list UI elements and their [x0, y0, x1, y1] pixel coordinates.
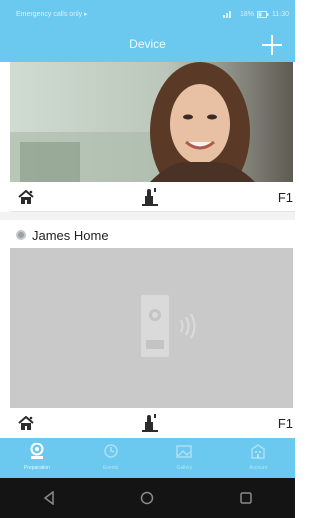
clock-time: 11:30 [272, 10, 289, 18]
signal-icon [222, 11, 231, 18]
back-button[interactable] [39, 488, 59, 508]
tab-events[interactable]: Events [74, 438, 148, 478]
device-toolbar: F1 [10, 408, 295, 438]
device-name-row[interactable]: James Home [10, 224, 295, 246]
device-camera-placeholder[interactable] [10, 248, 293, 408]
tab-gallery[interactable]: Gallery [148, 438, 222, 478]
bottom-tab-bar: Preparation Events Gallery Account [0, 438, 295, 478]
unlock-icon[interactable] [142, 414, 160, 437]
battery-icon [257, 10, 269, 18]
app-header: Device [0, 28, 295, 62]
offline-status-icon [16, 230, 26, 240]
doorbell-icon [10, 248, 293, 408]
unlock-icon[interactable] [142, 188, 160, 211]
system-nav-bar [0, 478, 295, 518]
tab-label: Preparation [23, 465, 50, 471]
device-name: James Home [32, 227, 109, 243]
divider [0, 212, 295, 220]
back-icon [43, 491, 54, 505]
battery-percent: 18% [239, 10, 254, 18]
tab-preparation[interactable]: Preparation [0, 438, 74, 478]
add-device-button[interactable] [259, 32, 285, 58]
device-screen: Emergency calls only ▸ 18% 11:30 Device [0, 0, 295, 518]
tab-account[interactable]: Account [221, 438, 295, 478]
home-button[interactable] [137, 488, 157, 508]
recents-button[interactable] [236, 488, 256, 508]
plus-icon [262, 35, 282, 55]
tab-label: Gallery [176, 465, 193, 471]
gallery-icon [176, 445, 193, 458]
recents-icon [240, 492, 252, 504]
building-icon [251, 444, 265, 459]
home-circle-icon [141, 491, 154, 505]
page-title: Device [129, 37, 166, 51]
tab-label: Account [249, 465, 268, 471]
play-icon: ▸ [84, 11, 88, 18]
home-icon[interactable] [18, 415, 34, 435]
camera-snapshot [10, 62, 293, 182]
carrier-text: Emergency calls only [16, 10, 83, 18]
status-left: Emergency calls only ▸ [16, 10, 88, 19]
device-camera-view[interactable] [10, 62, 293, 182]
device-toolbar: F1 [10, 182, 295, 212]
home-icon[interactable] [18, 189, 34, 209]
status-right: 18% 11:30 [222, 10, 289, 18]
camera-icon [30, 443, 44, 459]
status-bar: Emergency calls only ▸ 18% 11:30 [0, 0, 295, 28]
clock-icon [103, 444, 118, 458]
floor-label: F1 [277, 190, 293, 205]
floor-label: F1 [277, 416, 293, 431]
tab-label: Events [102, 465, 119, 471]
